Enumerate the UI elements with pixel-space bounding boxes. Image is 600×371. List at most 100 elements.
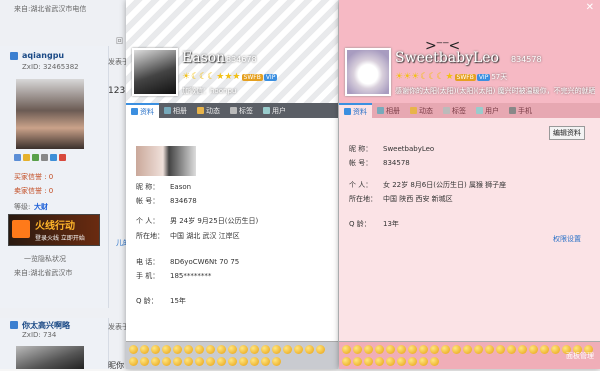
- emoji-icon[interactable]: [228, 356, 237, 366]
- emoji-icon[interactable]: [195, 356, 204, 366]
- emoji-icon[interactable]: [430, 345, 439, 354]
- user2-name[interactable]: 你太高兴啊略: [22, 320, 70, 331]
- emoji-icon[interactable]: [353, 356, 362, 366]
- emoji-icon[interactable]: [294, 345, 303, 354]
- emoji-icon[interactable]: [551, 345, 560, 354]
- emoji-icon[interactable]: [375, 345, 384, 354]
- emoji-icon[interactable]: [217, 345, 226, 354]
- tab-feed[interactable]: 动态: [405, 103, 438, 118]
- emoji-icon[interactable]: [184, 356, 193, 366]
- emoji-icon[interactable]: [283, 345, 292, 354]
- view-privacy[interactable]: 一览隐私状况: [24, 254, 66, 264]
- emoji-icon[interactable]: [397, 345, 406, 354]
- vip-badge[interactable]: VIP: [263, 73, 278, 81]
- emoji-icon[interactable]: [386, 356, 395, 366]
- tab-mobile[interactable]: 手机: [504, 103, 537, 118]
- user1-sidebar: aqiangpu ZxID: 32465382 买家信誉 : 0 卖家信誉 : …: [0, 46, 109, 308]
- emoji-icon[interactable]: [195, 345, 204, 354]
- edit-profile-button[interactable]: 编辑资料: [549, 126, 585, 140]
- emoji-icon[interactable]: [261, 345, 270, 354]
- emoji-icon[interactable]: [364, 345, 373, 354]
- field-personal: 个 人：男 24岁 9月25日(公历生日): [136, 217, 259, 225]
- privacy-settings-link[interactable]: 权限设置: [553, 234, 581, 244]
- emoji-icon[interactable]: [173, 345, 182, 354]
- emoji-icon[interactable]: [441, 345, 450, 354]
- top-location: 来自:湖北省武汉市电信: [14, 5, 87, 13]
- emoji-icon[interactable]: [408, 345, 417, 354]
- tab-profile[interactable]: 资料: [126, 103, 159, 118]
- tab-tags[interactable]: 标签: [225, 103, 258, 118]
- emoji-icon[interactable]: [217, 356, 226, 366]
- user1-name[interactable]: aqiangpu: [22, 51, 64, 60]
- emoji-icon[interactable]: [507, 345, 516, 354]
- emoji-icon[interactable]: [173, 356, 182, 366]
- emoji-icon[interactable]: [184, 345, 193, 354]
- emoji-icon[interactable]: [496, 345, 505, 354]
- emoji-icon[interactable]: [140, 345, 149, 354]
- user2-avatar[interactable]: [16, 346, 84, 369]
- emoji-icon[interactable]: [206, 356, 215, 366]
- mail-icon[interactable]: [41, 154, 48, 161]
- vip-badge[interactable]: VIP: [476, 73, 491, 81]
- emoji-icon[interactable]: [342, 345, 351, 354]
- emoji-icon[interactable]: [386, 345, 395, 354]
- close-icon[interactable]: ✕: [586, 2, 594, 13]
- emoji-icon[interactable]: [419, 356, 428, 366]
- emoji-icon[interactable]: [397, 356, 406, 366]
- emoji-icon[interactable]: [272, 345, 281, 354]
- avatar[interactable]: [132, 48, 178, 96]
- emoji-icon[interactable]: [474, 345, 483, 354]
- emoji-icon[interactable]: [529, 345, 538, 354]
- tab-album[interactable]: 相册: [372, 103, 405, 118]
- emoji-icon[interactable]: [342, 356, 351, 366]
- tab-user[interactable]: 用户: [258, 103, 291, 118]
- emoji-icon[interactable]: [272, 356, 281, 366]
- qq-icon[interactable]: [50, 154, 57, 161]
- emoji-icon[interactable]: [162, 345, 171, 354]
- emoji-icon[interactable]: [151, 356, 160, 366]
- emoji-icon[interactable]: [419, 345, 428, 354]
- friend-icon[interactable]: [23, 154, 30, 161]
- emoji-icon[interactable]: [206, 345, 215, 354]
- emoji-icon[interactable]: [518, 345, 527, 354]
- emoji-icon[interactable]: [261, 356, 270, 366]
- emoji-icon[interactable]: [430, 356, 439, 366]
- emoji-icon[interactable]: [463, 345, 472, 354]
- swfb-badge[interactable]: SWFB: [454, 73, 476, 81]
- emoji-icon[interactable]: [239, 345, 248, 354]
- emoji-icon[interactable]: [129, 356, 138, 366]
- user1-avatar[interactable]: [16, 79, 84, 149]
- tab-album[interactable]: 相册: [159, 103, 192, 118]
- message-icon[interactable]: [32, 154, 39, 161]
- emoji-icon[interactable]: [162, 356, 171, 366]
- reply-link[interactable]: 回: [116, 36, 123, 46]
- emoji-icon[interactable]: [151, 345, 160, 354]
- emoji-icon[interactable]: [452, 345, 461, 354]
- avatar[interactable]: [345, 48, 391, 96]
- emoji-icon[interactable]: [375, 356, 384, 366]
- emoji-icon[interactable]: [353, 345, 362, 354]
- emoji-icon[interactable]: [140, 356, 149, 366]
- emoji-icon[interactable]: [316, 345, 325, 354]
- emoji-icon[interactable]: [129, 345, 138, 354]
- tab-user[interactable]: 用户: [471, 103, 504, 118]
- tab-feed[interactable]: 动态: [192, 103, 225, 118]
- tab-tags[interactable]: 标签: [438, 103, 471, 118]
- photo-thumbnail[interactable]: [136, 146, 196, 176]
- emoji-icon[interactable]: [250, 345, 259, 354]
- tab-profile[interactable]: 资料: [339, 103, 372, 118]
- field-location: 所在地： 中国 陕西 西安 新城区: [349, 195, 453, 203]
- emoji-icon[interactable]: [250, 356, 259, 366]
- flower-icon[interactable]: [59, 154, 66, 161]
- emoji-icon[interactable]: [239, 356, 248, 366]
- emoji-icon[interactable]: [364, 356, 373, 366]
- emoji-icon[interactable]: [408, 356, 417, 366]
- profile-icon[interactable]: [14, 154, 21, 161]
- emoji-icon[interactable]: [540, 345, 549, 354]
- emoji-icon[interactable]: [485, 345, 494, 354]
- ad-banner[interactable]: 火线行动 登录火线 立即开始: [8, 214, 100, 246]
- swfb-badge[interactable]: SWFB: [241, 73, 263, 81]
- emoji-icon[interactable]: [228, 345, 237, 354]
- emoji-icon[interactable]: [305, 345, 314, 354]
- emoji-manage-link[interactable]: 面板管理: [566, 351, 594, 361]
